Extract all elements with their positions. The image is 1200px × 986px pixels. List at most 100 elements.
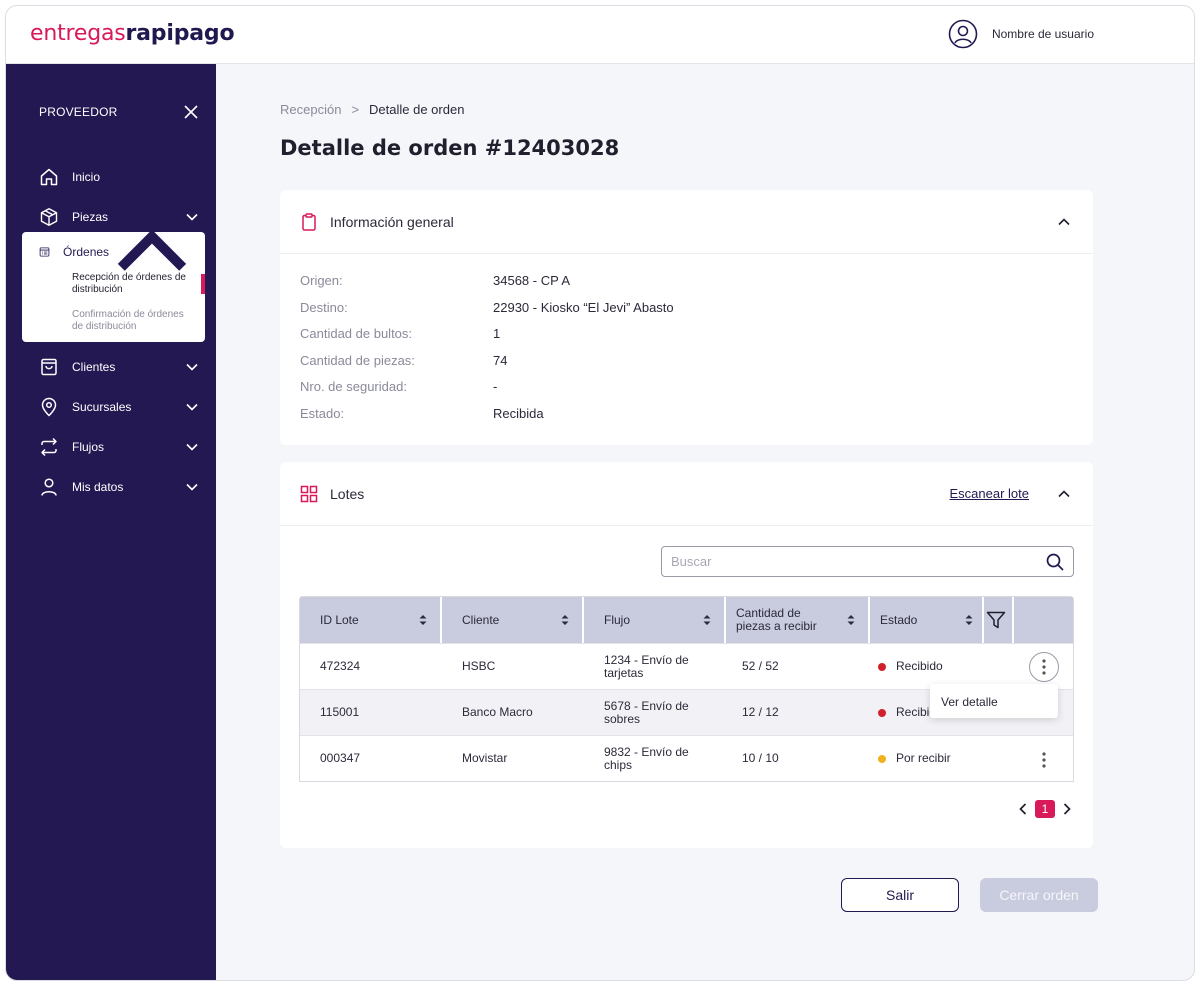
lots-card: Lotes Escanear lote ID Lote — [280, 462, 1093, 848]
row-context-menu: Ver detalle — [930, 684, 1058, 718]
breadcrumb: Recepción > Detalle de orden — [280, 102, 464, 117]
box-icon — [40, 208, 58, 226]
scan-lot-link[interactable]: Escanear lote — [950, 486, 1030, 501]
breadcrumb-current: Detalle de orden — [369, 102, 465, 117]
info-row-origen: Origen: 34568 - CP A — [300, 273, 570, 288]
column-header-label: Flujo — [604, 613, 631, 627]
lots-header: Lotes Escanear lote — [280, 462, 1093, 526]
info-value: 34568 - CP A — [493, 273, 571, 288]
sidebar-item-ordenes[interactable]: Órdenes Recepción de órdenes de distribu… — [22, 229, 205, 342]
sidebar-item-mis-datos[interactable]: Mis datos — [39, 475, 199, 499]
actions-column-header — [1014, 597, 1073, 643]
cell-cantidad: 10 / 10 — [742, 751, 779, 765]
cell-id-lote: 115001 — [320, 705, 360, 719]
pagination: 1 — [1017, 800, 1073, 818]
column-header-label: Cliente — [462, 613, 500, 627]
active-indicator — [201, 274, 205, 294]
user-name: Nombre de usuario — [991, 27, 1094, 41]
cell-cliente: Banco Macro — [462, 705, 533, 719]
chevron-right-icon[interactable] — [1061, 802, 1073, 816]
sidebar-item-flujos[interactable]: Flujos — [39, 435, 199, 459]
search-icon[interactable] — [1046, 553, 1064, 571]
info-row-bultos: Cantidad de bultos: 1 — [300, 326, 500, 341]
chevron-down-icon — [186, 483, 198, 491]
page-number-current[interactable]: 1 — [1035, 800, 1055, 818]
sort-icon — [965, 615, 973, 625]
column-header-estado[interactable]: Estado — [870, 597, 984, 643]
sidebar-subitem-confirmacion[interactable]: Confirmación de órdenes de distribución — [72, 309, 196, 333]
info-value: 74 — [493, 353, 508, 368]
grid-icon — [300, 485, 318, 502]
info-label: Cantidad de bultos: — [300, 326, 413, 341]
column-header-id-lote[interactable]: ID Lote — [300, 597, 442, 643]
home-icon — [40, 168, 58, 186]
sidebar-item-label: Inicio — [72, 170, 101, 184]
column-header-flujo[interactable]: Flujo — [584, 597, 726, 643]
table-header: ID Lote Cliente Flujo Cantidad de piezas… — [300, 597, 1073, 643]
search-input[interactable] — [662, 547, 1022, 576]
menu-item-ver-detalle[interactable]: Ver detalle — [941, 695, 998, 709]
chevron-left-icon[interactable] — [1017, 802, 1029, 816]
info-value: 1 — [493, 326, 501, 341]
sidebar-item-ordenes-header[interactable]: Órdenes — [39, 229, 195, 271]
sidebar-item-inicio[interactable]: Inicio — [39, 165, 199, 189]
sort-icon — [561, 615, 569, 625]
logo-text-entregas: entregas — [30, 21, 126, 46]
sidebar-subitem-recepcion[interactable]: Recepción de órdenes de distribución — [72, 272, 196, 296]
status-label: Por recibir — [896, 751, 951, 765]
column-header-cliente[interactable]: Cliente — [442, 597, 584, 643]
info-row-estado: Estado: Recibida — [300, 406, 544, 421]
sidebar-item-clientes[interactable]: Clientes — [39, 355, 199, 379]
user-menu[interactable]: Nombre de usuario — [948, 19, 1094, 49]
sidebar-item-label: Clientes — [72, 360, 116, 374]
chevron-up-icon[interactable] — [1057, 215, 1071, 229]
general-info-header[interactable]: Información general — [280, 190, 1093, 254]
table-row[interactable]: 000347 Movistar 9832 - Envío de chips 10… — [300, 735, 1073, 781]
sidebar-item-label: Sucursales — [72, 400, 132, 414]
sidebar-item-label: Mis datos — [72, 480, 124, 494]
cell-estado: Por recibir — [870, 752, 1013, 765]
sidebar-item-sucursales[interactable]: Sucursales — [39, 395, 199, 419]
status-dot — [878, 708, 886, 717]
chevron-down-icon — [186, 443, 198, 451]
info-row-destino: Destino: 22930 - Kiosko “El Jevi” Abasto — [300, 300, 674, 315]
general-info-card: Información general Origen: 34568 - CP A… — [280, 190, 1093, 445]
search-box — [661, 546, 1074, 577]
column-header-label: ID Lote — [320, 613, 359, 627]
kebab-menu-icon — [1042, 659, 1046, 675]
info-label: Nro. de seguridad: — [300, 379, 407, 394]
swap-icon — [41, 437, 57, 457]
close-icon[interactable] — [183, 104, 199, 120]
table-row[interactable]: 472324 HSBC 1234 - Envío de tarjetas 52 … — [300, 643, 1073, 689]
column-header-cantidad[interactable]: Cantidad de piezas a recibir — [726, 597, 870, 643]
general-info-title: Información general — [330, 213, 454, 230]
user-icon — [41, 478, 57, 496]
cell-flujo: 9832 - Envío de chips — [604, 744, 689, 772]
main-content: Recepción > Detalle de orden Detalle de … — [216, 64, 1194, 980]
breadcrumb-parent-link[interactable]: Recepción — [280, 102, 341, 117]
top-bar: entregasrapipago Nombre de usuario — [6, 6, 1194, 64]
sidebar-header: PROVEEDOR — [39, 104, 199, 120]
cell-flujo: 1234 - Envío de tarjetas — [604, 652, 689, 680]
info-value: - — [493, 379, 498, 394]
info-value: Recibida — [493, 406, 544, 421]
column-header-label: Cantidad de piezas a recibir — [736, 606, 817, 633]
brand-logo[interactable]: entregasrapipago — [30, 20, 235, 46]
sort-icon — [419, 615, 427, 625]
exit-button[interactable]: Salir — [841, 878, 959, 912]
lots-title: Lotes — [330, 485, 365, 502]
info-label: Estado: — [300, 406, 345, 421]
location-pin-icon — [41, 397, 57, 417]
cell-id-lote: 000347 — [320, 751, 361, 765]
filter-icon[interactable] — [986, 611, 1006, 629]
column-header-label: Estado — [880, 613, 918, 627]
status-dot — [878, 754, 886, 763]
cell-id-lote: 472324 — [320, 659, 361, 673]
info-value: 22930 - Kiosko “El Jevi” Abasto — [493, 300, 674, 315]
filter-cell[interactable] — [984, 597, 1014, 643]
cell-cliente: Movistar — [462, 751, 508, 765]
row-actions-button[interactable] — [1029, 746, 1059, 774]
chevron-up-icon[interactable] — [1057, 487, 1071, 501]
bag-icon — [41, 358, 57, 376]
row-actions-button[interactable] — [1029, 652, 1059, 682]
